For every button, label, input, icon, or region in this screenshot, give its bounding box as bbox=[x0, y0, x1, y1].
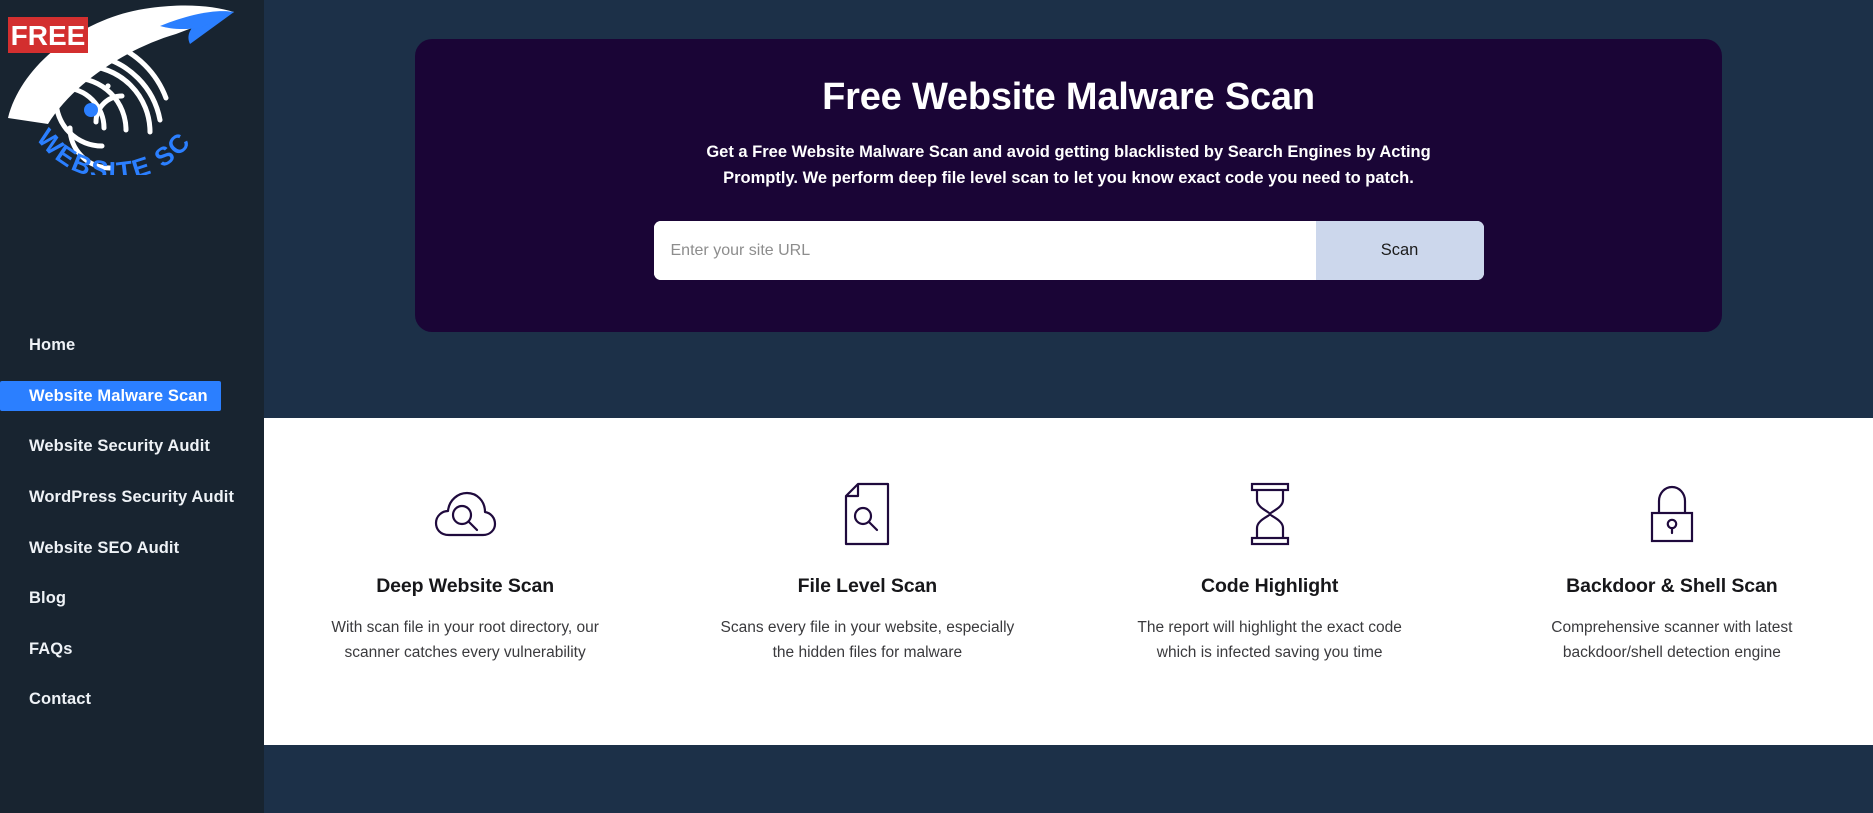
feature-title: File Level Scan bbox=[797, 575, 938, 597]
sidebar-item-faqs[interactable]: FAQs bbox=[0, 634, 73, 665]
feature-card-deep-website-scan: Deep Website Scan With scan file in your… bbox=[264, 482, 666, 666]
feature-description: Comprehensive scanner with latest backdo… bbox=[1551, 619, 1793, 662]
sidebar-item-website-security-audit[interactable]: Website Security Audit bbox=[0, 431, 210, 462]
hero-subtitle: Get a Free Website Malware Scan and avoi… bbox=[706, 142, 1431, 188]
sidebar-nav: Home Website Malware Scan Website Securi… bbox=[0, 330, 264, 735]
scan-form: Scan bbox=[653, 221, 1484, 281]
feature-card-file-level-scan: File Level Scan Scans every file in your… bbox=[666, 482, 1068, 666]
main-content: Free Website Malware Scan Get a Free Web… bbox=[264, 0, 1873, 813]
sidebar-item-website-malware-scan[interactable]: Website Malware Scan bbox=[0, 380, 221, 412]
file-search-icon bbox=[684, 482, 1050, 546]
sidebar-item-website-seo-audit[interactable]: Website SEO Audit bbox=[0, 533, 179, 564]
feature-description: With scan file in your root directory, o… bbox=[331, 619, 599, 662]
feature-card-backdoor-shell-scan: Backdoor & Shell Scan Comprehensive scan… bbox=[1471, 482, 1873, 666]
sidebar: FREE WEBSITE SCAN Home Website Malware S… bbox=[0, 0, 264, 813]
footer-band bbox=[264, 745, 1873, 813]
page-title: Free Website Malware Scan bbox=[822, 76, 1315, 118]
sidebar-item-blog[interactable]: Blog bbox=[0, 583, 66, 614]
sidebar-item-wordpress-security-audit[interactable]: WordPress Security Audit bbox=[0, 482, 234, 513]
free-badge-text: FREE bbox=[11, 20, 86, 51]
logo-graphic: FREE WEBSITE SCAN bbox=[0, 0, 234, 175]
sidebar-item-contact[interactable]: Contact bbox=[0, 684, 91, 715]
site-logo[interactable]: FREE WEBSITE SCAN bbox=[0, 0, 264, 175]
features-section: Deep Website Scan With scan file in your… bbox=[264, 418, 1873, 745]
cloud-search-icon bbox=[282, 482, 648, 546]
feature-description: The report will highlight the exact code… bbox=[1137, 619, 1402, 662]
feature-card-code-highlight: Code Highlight The report will highlight… bbox=[1069, 482, 1471, 666]
hourglass-icon bbox=[1087, 482, 1453, 546]
hero-section: Free Website Malware Scan Get a Free Web… bbox=[264, 0, 1873, 418]
page-root: FREE WEBSITE SCAN Home Website Malware S… bbox=[0, 0, 1873, 813]
feature-title: Code Highlight bbox=[1201, 575, 1339, 597]
feature-title: Backdoor & Shell Scan bbox=[1566, 575, 1778, 597]
hero-card: Free Website Malware Scan Get a Free Web… bbox=[415, 39, 1722, 332]
feature-title: Deep Website Scan bbox=[376, 575, 555, 597]
scan-button[interactable]: Scan bbox=[1315, 221, 1484, 281]
sidebar-item-home[interactable]: Home bbox=[0, 330, 75, 361]
padlock-icon bbox=[1489, 482, 1855, 546]
site-url-input[interactable] bbox=[653, 221, 1316, 281]
feature-description: Scans every file in your website, especi… bbox=[720, 619, 1015, 662]
